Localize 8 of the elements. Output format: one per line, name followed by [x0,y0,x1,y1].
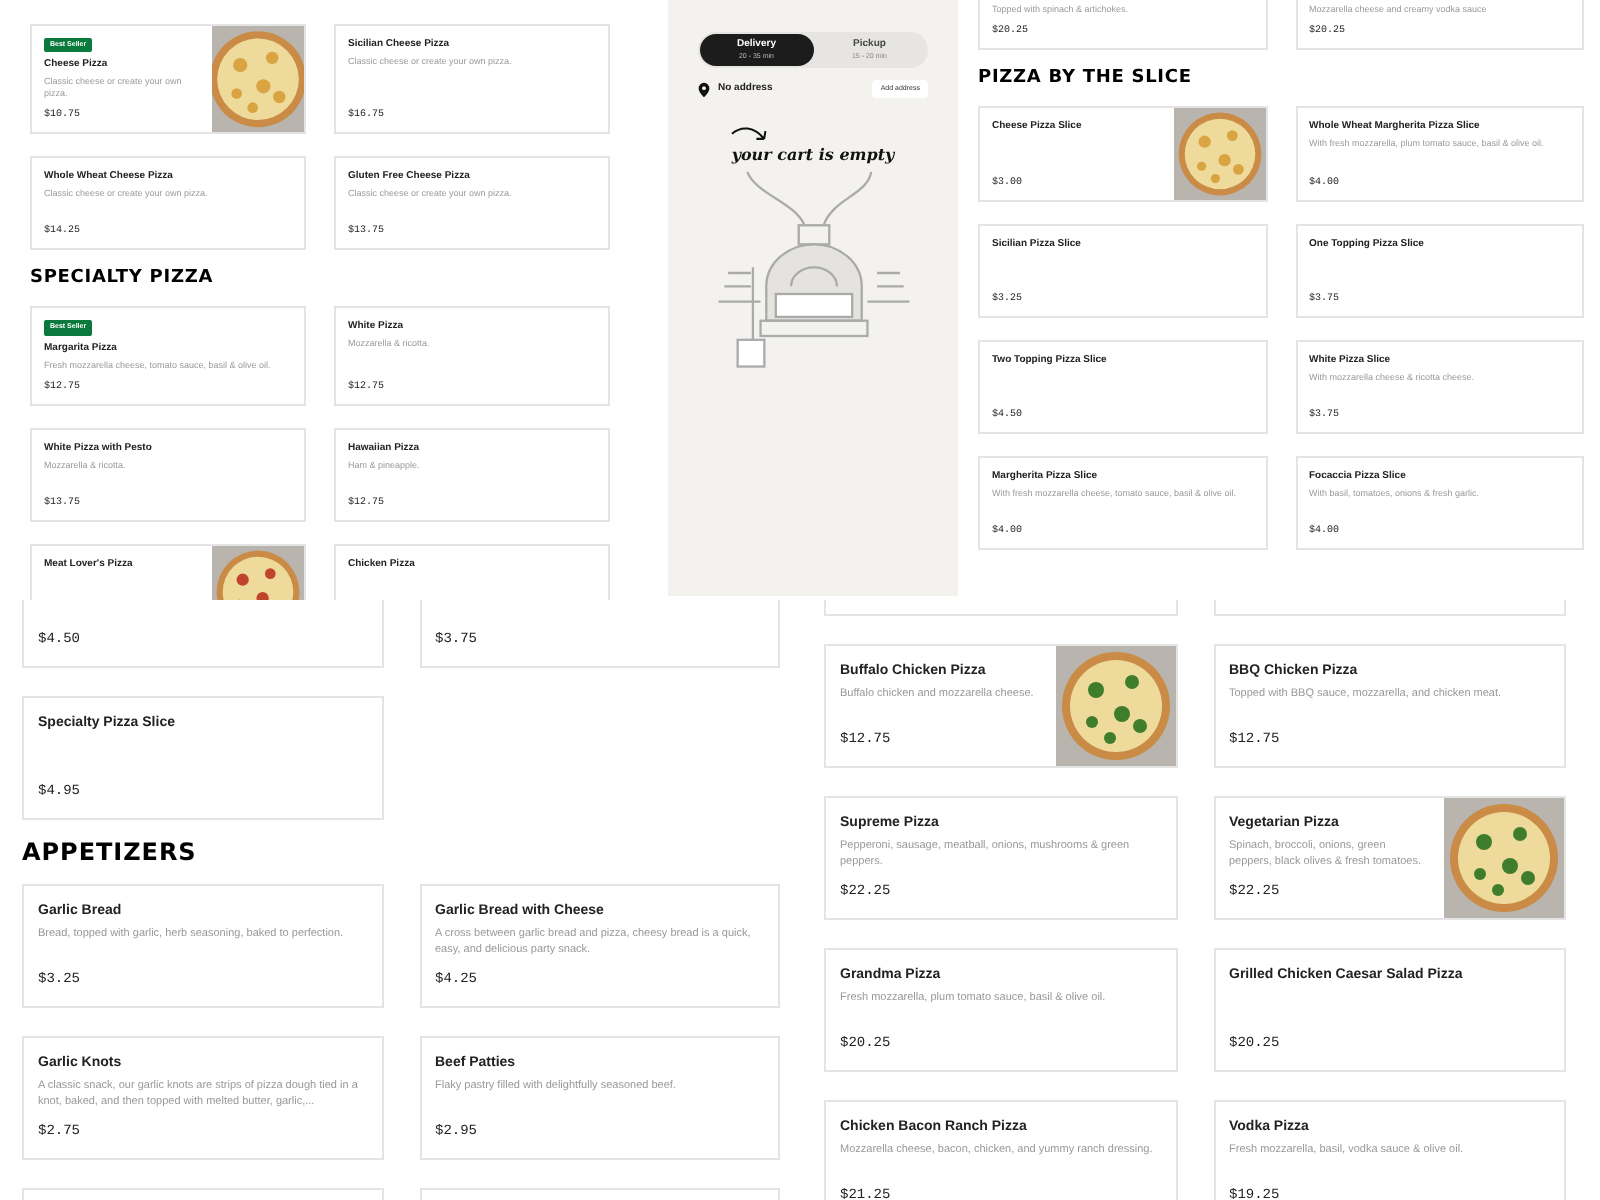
section-heading: APPETIZERS [22,838,199,866]
menu-card[interactable] [824,600,1177,616]
menu-card[interactable] [1213,600,1566,616]
section-heading: PIZZA BY THE SLICE [978,68,1194,88]
empty-cart-message: your cart is empty [731,144,895,165]
curved-arrow-icon [730,126,770,145]
location-pin-icon [698,81,710,98]
section-heading: SPECIALTY PIZZA [30,268,216,289]
